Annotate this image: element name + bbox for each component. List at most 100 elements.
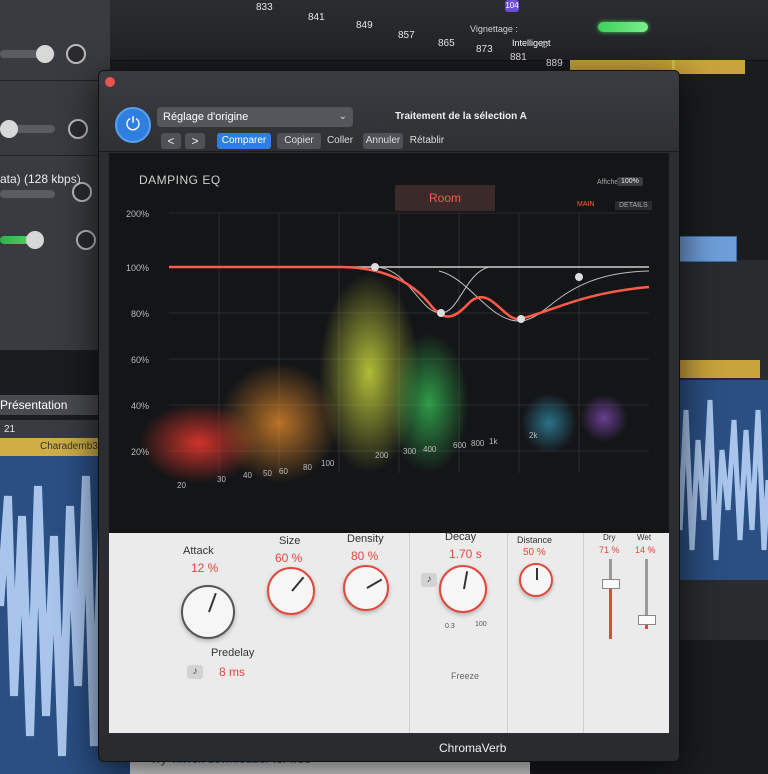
region-header[interactable]	[670, 360, 760, 378]
attack-value: 12 %	[191, 561, 219, 575]
track-row[interactable]	[0, 105, 105, 156]
knob-indicator	[366, 578, 383, 589]
paste-button[interactable]: Coller	[323, 133, 357, 149]
previous-preset-button[interactable]: <	[161, 133, 181, 149]
ruler-number: 881	[510, 52, 527, 63]
slider-knob[interactable]	[36, 45, 54, 63]
size-value: 60 %	[275, 551, 303, 565]
damping-eq-display[interactable]	[109, 153, 669, 533]
y-axis-label: 20%	[130, 447, 149, 457]
x-axis-label: 300	[403, 447, 417, 456]
distance-label: Distance	[517, 535, 553, 545]
y-axis-label: 100%	[125, 263, 149, 273]
copy-button[interactable]: Copier	[277, 133, 321, 149]
decay-min-label: 0.3	[445, 623, 455, 630]
master-volume-meter[interactable]	[598, 22, 648, 32]
density-value: 80 %	[351, 549, 379, 563]
distance-value: 50 %	[523, 547, 546, 558]
attack-knob[interactable]	[181, 585, 235, 639]
waveform	[670, 380, 768, 580]
chromaverb-window: ⏻ Réglage d'origine ⌄ Traitement de la s…	[98, 70, 680, 762]
x-axis-label: 2k	[529, 431, 538, 440]
track-row[interactable]	[0, 30, 105, 81]
ruler-number: 833	[256, 2, 273, 13]
distance-knob[interactable]	[519, 563, 553, 597]
daw-top-bar: 833 841 849 857 865 873 881 889	[90, 0, 768, 69]
x-axis-label: 600	[453, 441, 467, 450]
chevron-down-icon: ⌄	[338, 111, 347, 122]
zoom-select[interactable]: 100%	[617, 177, 643, 186]
redo-button[interactable]: Rétablir	[407, 133, 447, 149]
next-preset-button[interactable]: >	[185, 133, 205, 149]
damping-eq-label: DAMPING EQ	[139, 173, 221, 187]
knob-indicator	[463, 571, 469, 590]
dry-fader-handle[interactable]	[602, 579, 620, 589]
controls-panel: Attack 12 % Size 60 % Density 80 % ♪ Dec…	[109, 531, 669, 733]
pan-knob[interactable]	[68, 119, 88, 139]
dry-fader-fill	[609, 583, 612, 639]
density-label: Density	[347, 533, 384, 545]
knob-indicator	[291, 576, 305, 592]
y-axis-label: 200%	[125, 209, 149, 219]
ruler-number: 21	[4, 424, 16, 435]
x-axis-label: 80	[303, 463, 312, 472]
plugin-name: ChromaVerb	[439, 741, 507, 755]
ruler-number: 873	[476, 44, 493, 55]
size-label: Size	[279, 535, 301, 547]
ruler-number: 889	[546, 58, 563, 69]
wet-fader-handle[interactable]	[638, 615, 656, 625]
tab-main[interactable]: MAIN	[577, 201, 595, 208]
notification-badge: 104	[505, 0, 519, 12]
dry-value: 71 %	[599, 545, 620, 555]
preset-label: Réglage d'origine	[163, 111, 249, 123]
eq-handle[interactable]	[575, 273, 583, 281]
gear-icon[interactable]: ⚙	[540, 40, 549, 51]
decay-max-label: 100	[475, 621, 487, 628]
eq-handle[interactable]	[517, 315, 525, 323]
room-type-button[interactable]: Room	[395, 185, 495, 211]
power-icon[interactable]: ⏻	[115, 107, 151, 143]
x-axis-label: 400	[423, 445, 437, 454]
presentation-select[interactable]: Présentation	[0, 398, 67, 412]
volume-slider[interactable]	[0, 190, 55, 198]
tab-details[interactable]: DETAILS	[615, 201, 652, 210]
slider-knob[interactable]	[26, 231, 44, 249]
undo-button[interactable]: Annuler	[363, 133, 403, 149]
plugin-title: Traitement de la sélection A	[395, 111, 527, 122]
pan-knob[interactable]	[76, 230, 96, 250]
x-axis-label: 60	[279, 467, 288, 476]
decay-knob[interactable]	[439, 565, 487, 613]
predelay-label: Predelay	[211, 647, 255, 659]
predelay-value: 8 ms	[219, 665, 246, 679]
y-axis-label: 60%	[130, 355, 149, 365]
note-icon[interactable]: ♪	[187, 665, 203, 679]
preset-select[interactable]: Réglage d'origine ⌄	[157, 107, 353, 127]
plugin-footer	[99, 735, 679, 761]
compare-button[interactable]: Comparer	[217, 133, 271, 149]
knob-indicator	[536, 568, 538, 580]
note-icon[interactable]: ♪	[421, 573, 437, 587]
slider-knob[interactable]	[0, 120, 18, 138]
knob-indicator	[208, 592, 217, 613]
ruler-number: 857	[398, 30, 415, 41]
y-axis-label: 40%	[130, 401, 149, 411]
close-button[interactable]	[105, 77, 115, 87]
divider	[507, 533, 508, 733]
eq-handle[interactable]	[371, 263, 379, 271]
freeze-button[interactable]: Freeze	[451, 671, 479, 681]
x-axis-label: 50	[263, 469, 272, 478]
divider	[583, 533, 584, 733]
x-axis-label: 40	[243, 471, 252, 480]
eq-graph[interactable]	[109, 153, 669, 533]
density-knob[interactable]	[343, 565, 389, 611]
x-axis-label: 100	[321, 459, 335, 468]
size-knob[interactable]	[267, 567, 315, 615]
decay-label: Decay	[445, 531, 477, 543]
dry-label: Dry	[603, 533, 616, 542]
pan-knob[interactable]	[66, 44, 86, 64]
wet-value: 14 %	[635, 545, 656, 555]
wet-label: Wet	[637, 533, 652, 542]
region-name: Charademb3	[40, 441, 98, 452]
eq-handle[interactable]	[437, 309, 445, 317]
x-axis-label: 20	[177, 481, 186, 490]
